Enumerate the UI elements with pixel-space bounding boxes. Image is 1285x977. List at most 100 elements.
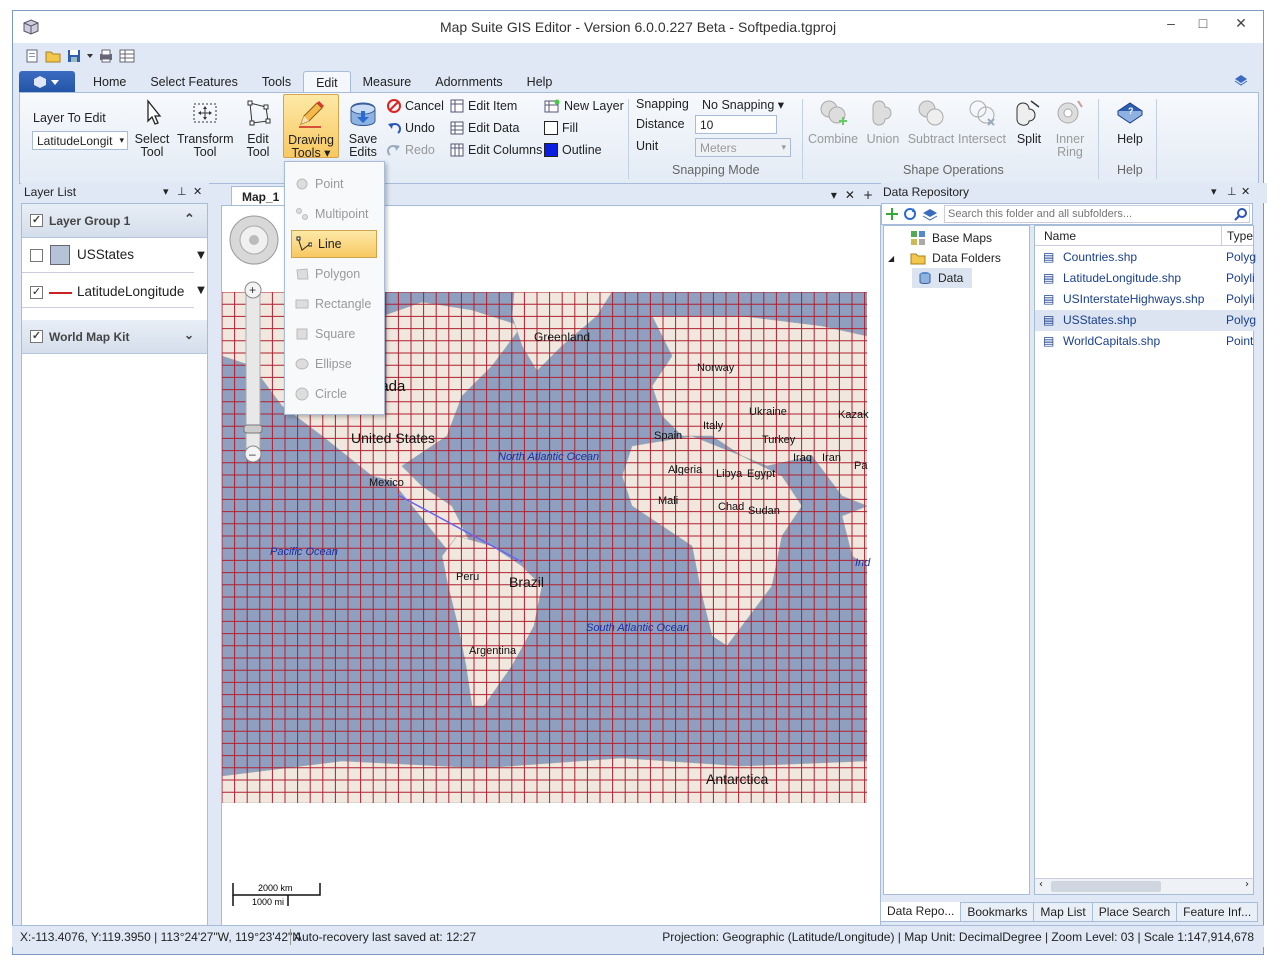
- horizontal-scrollbar[interactable]: ‹ ›: [1035, 878, 1253, 894]
- tab-data-repository[interactable]: Data Repo...: [880, 902, 962, 922]
- panel-close-icon[interactable]: ✕: [193, 183, 202, 201]
- file-row[interactable]: ▤ Countries.shp Polyg: [1035, 247, 1256, 268]
- distance-input[interactable]: 10: [695, 115, 777, 134]
- new-project-icon[interactable]: [23, 47, 41, 65]
- layer-options-icon[interactable]: ▼: [194, 274, 208, 308]
- checkbox[interactable]: ✓: [30, 330, 43, 343]
- menu-item-multipoint[interactable]: Multipoint: [291, 200, 377, 228]
- new-tab-icon[interactable]: +: [863, 188, 873, 202]
- menu-item-line[interactable]: Line: [291, 230, 377, 258]
- drawing-tools-button[interactable]: Drawing Tools ▾: [283, 94, 339, 160]
- tree-item-data[interactable]: Data: [912, 268, 972, 288]
- maximize-button[interactable]: □: [1187, 11, 1219, 35]
- file-row[interactable]: ▤ LatitudeLongitude.shp Polyli: [1035, 268, 1255, 289]
- layer-row-usstates[interactable]: USStates: [22, 239, 194, 273]
- tab-bookmarks[interactable]: Bookmarks: [960, 902, 1035, 922]
- save-icon[interactable]: [65, 47, 83, 65]
- tab-home[interactable]: Home: [81, 71, 138, 93]
- tab-feature-info[interactable]: Feature Inf...: [1176, 902, 1259, 922]
- split-button[interactable]: Split: [1012, 97, 1046, 146]
- outline-button[interactable]: Outline: [544, 143, 602, 157]
- select-tool-button[interactable]: Select Tool: [134, 97, 170, 159]
- tab-menu-icon[interactable]: ▾: [831, 188, 837, 202]
- layer-options-icon[interactable]: ▼: [194, 239, 208, 273]
- unit-combo[interactable]: Meters ▾: [695, 138, 791, 157]
- pin-icon[interactable]: ⊥: [177, 183, 187, 201]
- undo-button[interactable]: Undo: [387, 121, 435, 135]
- refresh-icon[interactable]: [903, 207, 917, 221]
- collapse-chevron-icon[interactable]: ⌃: [184, 211, 195, 227]
- help-button[interactable]: ? Help: [1112, 97, 1148, 146]
- menu-item-square[interactable]: Square: [291, 320, 377, 348]
- layer-group-1[interactable]: ✓ Layer Group 1 ⌃: [22, 204, 207, 238]
- cancel-button[interactable]: Cancel: [387, 99, 444, 113]
- tab-measure[interactable]: Measure: [351, 71, 424, 93]
- tab-map-list[interactable]: Map List: [1033, 902, 1093, 922]
- checkbox[interactable]: [30, 249, 43, 262]
- union-button[interactable]: Union: [865, 97, 901, 146]
- scrollbar-thumb[interactable]: [1051, 881, 1161, 892]
- menu-item-point[interactable]: Point: [291, 170, 377, 198]
- subtract-button[interactable]: Subtract: [907, 97, 955, 146]
- layers-icon[interactable]: [922, 207, 938, 221]
- layer-to-edit-combo[interactable]: LatitudeLongit ▾: [32, 131, 128, 150]
- close-button[interactable]: ✕: [1219, 11, 1263, 35]
- combine-button[interactable]: Combine: [808, 97, 858, 146]
- search-input[interactable]: [944, 205, 1250, 223]
- map-tab[interactable]: Map_1: [231, 186, 291, 206]
- tab-close-icon[interactable]: ✕: [845, 188, 855, 202]
- tab-place-search[interactable]: Place Search: [1091, 902, 1178, 922]
- title-bar: Map Suite GIS Editor - Version 6.0.0.227…: [13, 11, 1263, 43]
- tree-item-data-folders[interactable]: ◢ Data Folders: [888, 250, 1001, 266]
- zoom-slider-thumb[interactable]: [243, 424, 263, 434]
- application-menu-button[interactable]: [19, 71, 75, 93]
- snapping-mode-dropdown[interactable]: No Snapping ▾: [702, 97, 784, 112]
- expand-chevron-icon[interactable]: ⌄: [184, 328, 194, 342]
- new-layer-button[interactable]: New Layer: [544, 99, 624, 113]
- dropdown-arrow-icon[interactable]: [86, 47, 94, 65]
- tree-item-base-maps[interactable]: Base Maps: [910, 230, 992, 246]
- menu-item-circle[interactable]: Circle: [291, 380, 377, 408]
- panel-menu-icon[interactable]: ▾: [1211, 185, 1217, 198]
- column-header-type[interactable]: Type: [1227, 229, 1253, 243]
- add-folder-icon[interactable]: [885, 207, 899, 221]
- edit-data-button[interactable]: Edit Data: [450, 121, 519, 135]
- column-header-name[interactable]: Name: [1044, 229, 1076, 243]
- panel-close-icon[interactable]: ✕: [1241, 185, 1250, 198]
- table-icon[interactable]: [118, 47, 136, 65]
- checkbox[interactable]: ✓: [30, 214, 43, 227]
- edit-tool-button[interactable]: Edit Tool: [242, 97, 274, 159]
- tab-edit[interactable]: Edit: [303, 71, 351, 93]
- menu-item-rectangle[interactable]: Rectangle: [291, 290, 377, 318]
- tab-tools[interactable]: Tools: [250, 71, 303, 93]
- ribbon-help-icon[interactable]: [1233, 71, 1249, 87]
- redo-button[interactable]: Redo: [387, 143, 435, 157]
- file-row[interactable]: ▤ USStates.shp Polyg: [1035, 310, 1256, 331]
- layer-row-latlong[interactable]: ✓ LatitudeLongitude: [22, 274, 194, 308]
- panel-menu-icon[interactable]: ▾: [163, 183, 169, 201]
- label-iran: Iran: [822, 452, 841, 464]
- search-icon[interactable]: [1234, 207, 1248, 221]
- open-folder-icon[interactable]: [44, 47, 62, 65]
- tab-adornments[interactable]: Adornments: [423, 71, 514, 93]
- file-row[interactable]: ▤ USInterstateHighways.shp Polyli: [1035, 289, 1255, 310]
- fill-button[interactable]: Fill: [544, 121, 578, 135]
- tree-expander-icon[interactable]: ◢: [888, 254, 894, 263]
- save-edits-button[interactable]: Save Edits: [346, 97, 380, 159]
- checkbox[interactable]: ✓: [30, 286, 43, 299]
- transform-tool-button[interactable]: Transform Tool: [177, 97, 234, 159]
- inner-ring-button[interactable]: Inner Ring: [1052, 97, 1088, 159]
- layer-group-world-map-kit[interactable]: ✓ World Map Kit ⌄: [22, 320, 207, 354]
- tab-select-features[interactable]: Select Features: [138, 71, 250, 93]
- app-icon: [23, 19, 39, 35]
- edit-columns-button[interactable]: Edit Columns: [450, 143, 542, 157]
- file-row[interactable]: ▤ WorldCapitals.shp Point: [1035, 331, 1254, 352]
- intersect-button[interactable]: Intersect: [957, 97, 1007, 146]
- menu-item-polygon[interactable]: Polygon: [291, 260, 377, 288]
- edit-item-button[interactable]: Edit Item: [450, 99, 517, 113]
- menu-item-ellipse[interactable]: Ellipse: [291, 350, 377, 378]
- print-icon[interactable]: [97, 47, 115, 65]
- pin-icon[interactable]: ⊥: [1227, 185, 1237, 198]
- minimize-button[interactable]: –: [1155, 11, 1187, 35]
- tab-help[interactable]: Help: [515, 71, 565, 93]
